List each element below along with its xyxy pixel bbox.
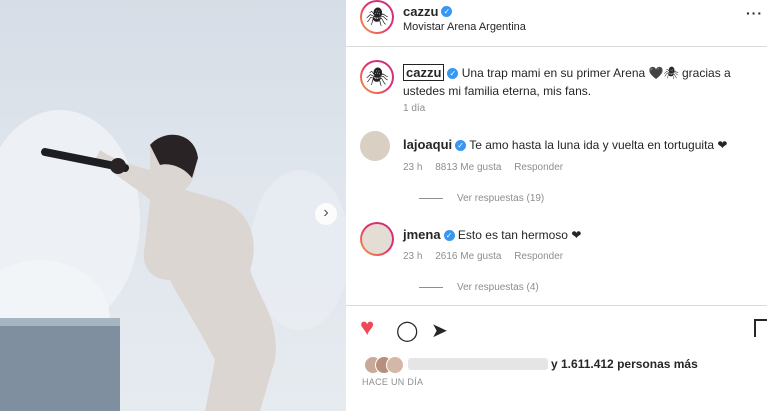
more-options-button[interactable]: ···	[746, 5, 763, 21]
send-icon: ➤	[431, 320, 448, 342]
comment-button[interactable]: ◯	[396, 318, 418, 343]
post-panel: 🕷 cazzu ✓ Movistar Arena Argentina ··· 🕷 …	[346, 0, 767, 411]
caption: cazzu ✓ Una trap mami en su primer Arena …	[403, 64, 743, 100]
share-button[interactable]: ➤	[431, 318, 448, 343]
author-avatar[interactable]: 🕷	[360, 0, 394, 34]
blurred-username	[408, 358, 548, 370]
actions-divider	[346, 305, 767, 306]
comment-meta: 23 h 8813 Me gusta Responder	[403, 162, 563, 173]
spider-icon: 🕷	[365, 66, 389, 87]
post-photo: ›	[0, 0, 346, 411]
comment-time: 23 h	[403, 162, 423, 173]
heart-icon: ♥	[360, 314, 375, 341]
concert-photo	[0, 110, 346, 411]
location-link[interactable]: Movistar Arena Argentina	[403, 21, 526, 33]
post-header: cazzu ✓	[403, 3, 453, 21]
reply-button[interactable]: Responder	[514, 251, 563, 262]
liker-avatars[interactable]	[364, 356, 404, 374]
reply-button[interactable]: Responder	[514, 162, 563, 173]
comment-row: lajoaqui ✓ Te amo hasta la luna ida y vue…	[403, 137, 727, 152]
author-username[interactable]: cazzu	[403, 4, 438, 19]
chevron-right-icon: ›	[323, 204, 329, 221]
comment-time: 23 h	[403, 251, 423, 262]
spider-icon: 🕷	[365, 6, 389, 27]
caption-avatar[interactable]: 🕷	[360, 60, 394, 94]
comment-likes[interactable]: 2616 Me gusta	[435, 251, 501, 262]
verified-icon: ✓	[441, 6, 453, 18]
like-button[interactable]: ♥	[360, 314, 374, 342]
verified-icon: ✓	[443, 230, 455, 242]
comment-bubble-icon: ◯	[396, 320, 419, 342]
comment-text: Esto es tan hermoso ❤	[457, 228, 582, 242]
verified-icon: ✓	[447, 68, 459, 80]
verified-icon: ✓	[455, 140, 467, 152]
comment-username[interactable]: lajoaqui	[403, 137, 452, 152]
carousel-next-button[interactable]: ›	[315, 203, 337, 225]
view-replies-button[interactable]: Ver respuestas (4)	[419, 282, 539, 293]
likes-summary[interactable]: y 1.611.412 personas más	[551, 357, 698, 371]
replies-line	[419, 286, 443, 288]
header-divider	[346, 46, 767, 47]
caption-username[interactable]: cazzu	[403, 64, 445, 81]
commenter-avatar[interactable]	[360, 222, 394, 256]
comment-row: jmena ✓ Esto es tan hermoso ❤	[403, 227, 581, 242]
post-time: HACE UN DÍA	[362, 377, 424, 387]
caption-time: 1 día	[403, 103, 426, 114]
save-button[interactable]	[754, 319, 767, 337]
replies-line	[419, 197, 443, 199]
comment-meta: 23 h 2616 Me gusta Responder	[403, 251, 563, 262]
comment-text: Te amo hasta la luna ida y vuelta en tor…	[469, 138, 728, 152]
view-replies-button[interactable]: Ver respuestas (19)	[419, 193, 544, 204]
comment-likes[interactable]: 8813 Me gusta	[435, 162, 501, 173]
commenter-avatar[interactable]	[360, 131, 390, 161]
comment-username[interactable]: jmena	[403, 227, 441, 242]
